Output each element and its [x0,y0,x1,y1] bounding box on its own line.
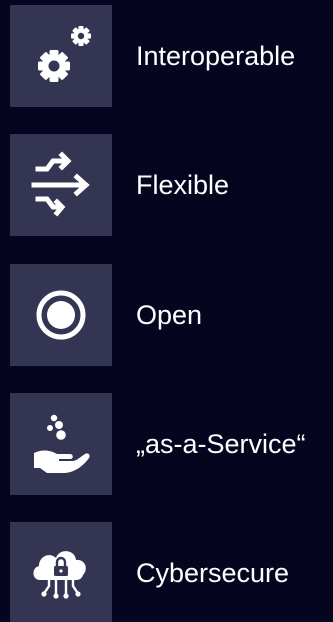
feature-label: Cybersecure [136,558,290,588]
gears-icon [38,26,91,82]
flow-arrows-icon [31,151,90,217]
feature-as-a-service: „as-a-Service“ [10,393,333,495]
feature-list: Interoperable Flexible Open „as-a-Servic… [0,0,333,622]
feature-tile [10,522,112,622]
feature-label: Interoperable [136,41,296,71]
feature-tile [10,134,112,236]
hand-service-icon [34,414,90,473]
feature-label: „as-a-Service“ [136,429,306,459]
feature-label: Open [136,300,203,330]
feature-cybersecure: Cybersecure [10,522,333,622]
feature-tile [10,393,112,495]
feature-tile [10,264,112,366]
feature-flexible: Flexible [10,134,333,236]
feature-label: Flexible [136,170,230,200]
feature-tile [10,5,112,107]
feature-open: Open [10,264,333,366]
open-circle-icon [36,290,86,340]
feature-interoperable: Interoperable [10,5,333,107]
cloud-lock-icon [33,551,86,599]
